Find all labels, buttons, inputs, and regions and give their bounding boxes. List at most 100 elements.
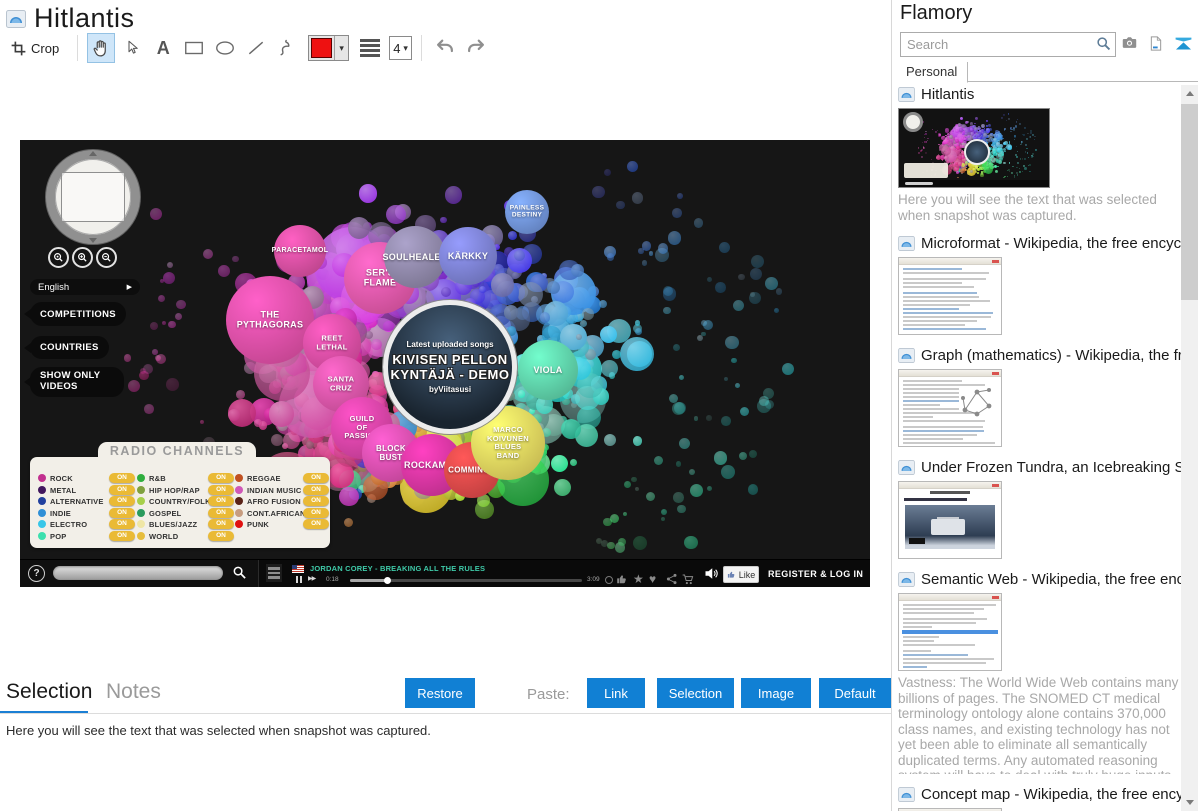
- scrollbar[interactable]: [1181, 85, 1198, 811]
- page-text-line: [903, 304, 971, 306]
- page-text-line: [903, 438, 964, 440]
- list-item[interactable]: Semantic Web - Wikipedia, the free encyc…: [898, 570, 1181, 774]
- bubble: [1021, 171, 1024, 173]
- bubble: [750, 255, 764, 269]
- song-title-line1: KIVISEN PELLON: [392, 352, 508, 367]
- page-text-line: [903, 312, 994, 314]
- page-text-line: [903, 328, 987, 330]
- artist-bubble: PAINLESS DESTINY: [505, 190, 549, 234]
- ellipse-tool-button[interactable]: [211, 33, 239, 63]
- channel-name: METAL: [50, 485, 77, 495]
- scroll-up-button[interactable]: [1181, 85, 1198, 102]
- bubble: [732, 299, 744, 311]
- paste-image-button[interactable]: Image: [741, 678, 811, 708]
- report-button[interactable]: [1148, 34, 1164, 56]
- text-tool-button[interactable]: A: [149, 33, 177, 63]
- bubble: [174, 312, 183, 321]
- bubble: [1018, 167, 1021, 170]
- bubble: [985, 119, 988, 122]
- bubble: [1024, 158, 1027, 161]
- color-swatch: [311, 38, 333, 58]
- line-tool-button[interactable]: [242, 33, 270, 63]
- screenshot-button[interactable]: [1120, 34, 1139, 54]
- bubble: [923, 136, 926, 139]
- color-picker[interactable]: ▾: [308, 35, 350, 61]
- artist-bubble-label: PAINLESS DESTINY: [509, 204, 545, 219]
- search-box[interactable]: [900, 32, 1116, 57]
- bubble: [1015, 172, 1018, 174]
- page-text-line: [903, 308, 960, 310]
- bubble: [490, 273, 514, 297]
- thickness-button[interactable]: [356, 33, 384, 63]
- list-item[interactable]: Microformat - Wikipedia, the free encycl…: [898, 234, 1181, 335]
- elapsed-time: 0:18: [326, 576, 339, 583]
- bubble: [554, 479, 572, 497]
- channel-name: POP: [50, 531, 67, 541]
- search-icon[interactable]: [1095, 35, 1112, 52]
- rectangle-tool-button[interactable]: [180, 33, 208, 63]
- redo-button[interactable]: [462, 33, 490, 63]
- scroll-down-button[interactable]: [1181, 794, 1198, 811]
- crop-button[interactable]: Crop: [8, 33, 62, 63]
- channel-name: R&B: [149, 474, 166, 483]
- channel-on-badge: ON: [208, 473, 234, 483]
- thickness-icon: [360, 39, 381, 57]
- zoom-controls: [48, 247, 117, 268]
- bubble: [149, 207, 163, 221]
- list-item[interactable]: Graph (mathematics) - Wikipedia, the fre…: [898, 346, 1181, 447]
- bubble: [697, 334, 704, 342]
- stroke-width-select[interactable]: 4 ▾: [389, 36, 412, 60]
- bubble: [925, 130, 927, 133]
- pen-tool-button[interactable]: [273, 33, 301, 63]
- bubble: [662, 286, 677, 301]
- tab-personal[interactable]: Personal: [896, 62, 969, 83]
- search-input[interactable]: [905, 34, 1089, 55]
- page-text-line: [903, 622, 977, 624]
- channel-on-badge: ON: [109, 519, 135, 529]
- track-title: JORDAN COREY - BREAKING ALL THE RULES: [310, 564, 486, 573]
- bubble: [921, 156, 923, 158]
- pointer-tool-button[interactable]: [118, 33, 146, 63]
- undo-button[interactable]: [431, 33, 459, 63]
- language-label: English: [38, 281, 70, 293]
- paste-selection-button[interactable]: Selection: [657, 678, 734, 708]
- paste-default-button[interactable]: Default: [819, 678, 891, 708]
- bubble: [1002, 137, 1004, 139]
- list-item[interactable]: Concept map - Wikipedia, the free encycl…: [898, 785, 1181, 811]
- flamory-logo-button[interactable]: [1174, 34, 1193, 56]
- bubble: [620, 337, 655, 372]
- tab-notes[interactable]: Notes: [106, 680, 161, 704]
- channel-name: HIP HOP/RAP: [149, 485, 200, 495]
- channel-color-dot: [137, 531, 145, 540]
- bubble: [609, 513, 619, 523]
- paste-link-button[interactable]: Link: [587, 678, 645, 708]
- bubble: [648, 251, 654, 256]
- page-text-line: [903, 434, 978, 436]
- snapshot-title: Hitlantis: [921, 85, 975, 103]
- tab-selection[interactable]: Selection: [6, 680, 92, 704]
- minimap-viewport: [61, 172, 125, 222]
- artist-bubble: SOULHEALER: [382, 226, 447, 288]
- color-caret-icon[interactable]: ▾: [334, 36, 348, 60]
- favicon-icon: [898, 786, 915, 802]
- list-item[interactable]: Under Frozen Tundra, an Icebreaking Ship…: [898, 458, 1181, 559]
- pan-tool-button[interactable]: [87, 33, 116, 63]
- list-item[interactable]: Hitlantis Here you will see the text that…: [898, 85, 1181, 223]
- bubble: [1016, 118, 1018, 120]
- bubble: [693, 217, 704, 228]
- scroll-thumb[interactable]: [1181, 104, 1198, 300]
- duration-time: 3:09: [587, 576, 600, 583]
- bubble: [1005, 119, 1008, 122]
- bubble: [918, 151, 921, 154]
- page-text-line: [903, 292, 977, 294]
- snapshot-canvas[interactable]: PARACETAMOL SER'S FLAME SOULHEALER KÄRKKY PA…: [20, 140, 870, 587]
- bubble: [934, 131, 937, 134]
- bubble: [1024, 127, 1026, 130]
- bubble: [950, 167, 953, 170]
- channel-on-badge: ON: [303, 507, 329, 518]
- bubble: [961, 167, 965, 171]
- player-bar: ? JORDAN COREY - BREAKING ALL THE RULES …: [20, 559, 870, 587]
- page-text-line: [903, 636, 940, 638]
- page-thumbnail: [898, 108, 1050, 188]
- restore-button[interactable]: Restore: [405, 678, 475, 708]
